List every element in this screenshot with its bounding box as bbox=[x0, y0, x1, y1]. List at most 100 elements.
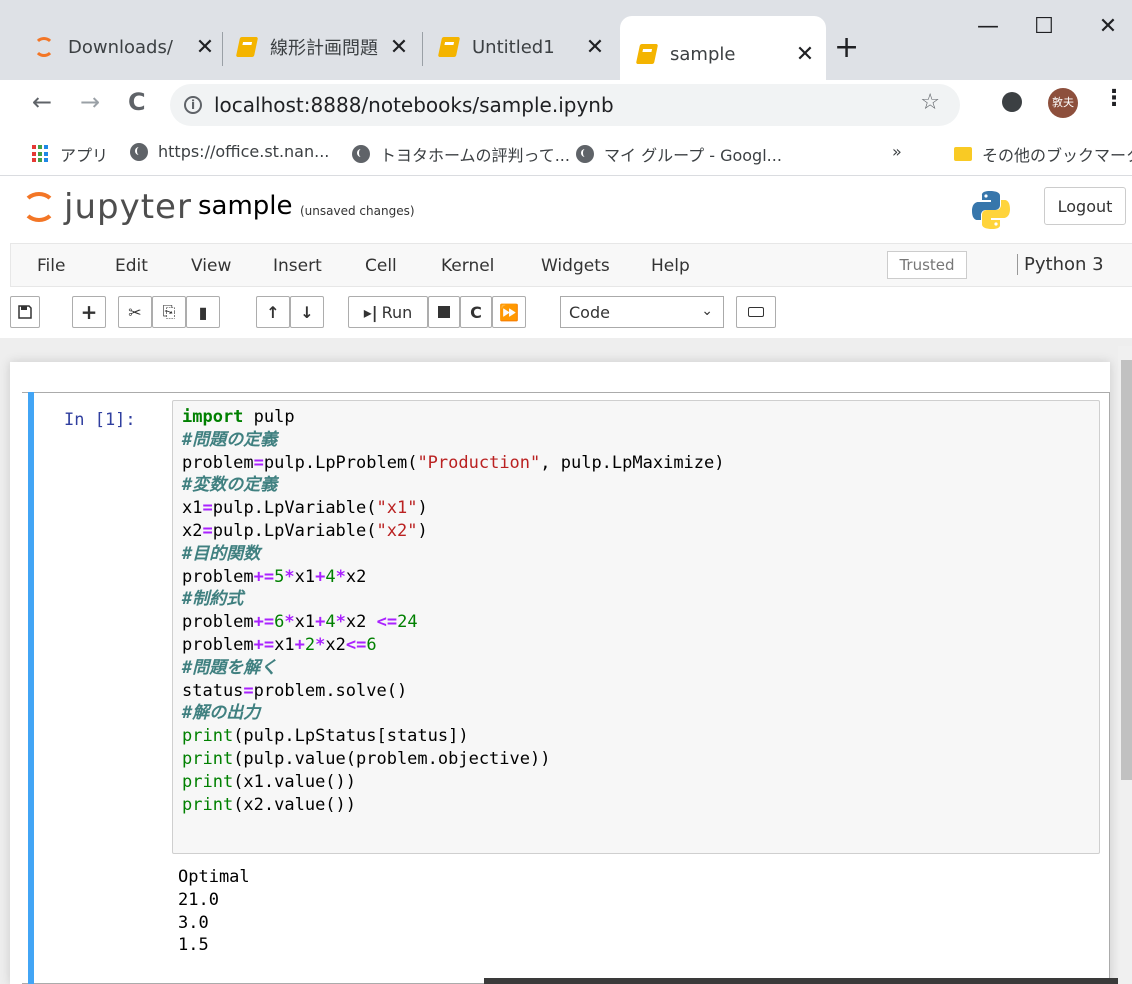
globe-icon bbox=[352, 145, 370, 163]
tab-downloads[interactable]: Downloads/ ✕ bbox=[34, 16, 220, 78]
output-line: 21.0 bbox=[178, 889, 219, 910]
menu-file[interactable]: File bbox=[37, 256, 65, 276]
bookmarks-bar: アプリ https://office.st.nan... トヨタホームの評判って… bbox=[0, 130, 1132, 176]
jupyter-logo[interactable]: jupyter bbox=[22, 187, 192, 227]
close-tab-icon[interactable]: ✕ bbox=[190, 35, 220, 60]
cell-type-select[interactable]: Code ⌄ bbox=[560, 296, 724, 328]
tab-divider bbox=[222, 32, 223, 66]
address-bar[interactable]: i localhost:8888/notebooks/sample.ipynb … bbox=[170, 84, 960, 126]
menu-edit[interactable]: Edit bbox=[115, 256, 148, 276]
copy-icon: ⎘ bbox=[162, 302, 176, 321]
save-icon bbox=[18, 305, 32, 319]
code-line: problem=pulp.LpProblem("Production", pul… bbox=[182, 452, 725, 473]
insert-cell-button[interactable]: + bbox=[72, 296, 106, 328]
code-line: x2=pulp.LpVariable("x2") bbox=[182, 520, 428, 541]
globe-icon bbox=[130, 142, 148, 161]
maximize-button[interactable]: ☐ bbox=[1024, 14, 1064, 39]
bookmarks-overflow-button[interactable]: » bbox=[892, 142, 902, 161]
move-up-button[interactable]: ↑ bbox=[256, 296, 290, 328]
logout-button[interactable]: Logout bbox=[1044, 187, 1126, 225]
menu-insert[interactable]: Insert bbox=[273, 256, 322, 276]
code-line: print(x2.value()) bbox=[182, 794, 357, 815]
forward-button[interactable]: → bbox=[80, 88, 100, 116]
fast-forward-icon: ⏩ bbox=[499, 302, 519, 322]
other-bookmarks-label: その他のブックマーク bbox=[982, 146, 1132, 165]
address-bar-row: ← → C i localhost:8888/notebooks/sample.… bbox=[0, 80, 1132, 130]
run-label: Run bbox=[381, 302, 413, 322]
copy-button[interactable]: ⎘ bbox=[152, 296, 186, 328]
trusted-indicator[interactable]: Trusted bbox=[887, 251, 967, 279]
code-line: x1=pulp.LpVariable("x1") bbox=[182, 498, 428, 519]
new-tab-button[interactable]: + bbox=[834, 30, 859, 65]
restart-icon: C bbox=[470, 302, 482, 322]
interrupt-button[interactable] bbox=[428, 296, 460, 328]
tab-lp-problem[interactable]: 線形計画問題 ✕ bbox=[235, 16, 414, 78]
reload-button[interactable]: C bbox=[128, 88, 146, 116]
tab-title: 線形計画問題 bbox=[270, 38, 378, 59]
paste-button[interactable]: ▮ bbox=[186, 296, 220, 328]
extension-icon[interactable] bbox=[1002, 92, 1022, 112]
site-info-icon[interactable]: i bbox=[184, 96, 202, 114]
menu-help[interactable]: Help bbox=[651, 256, 690, 276]
output-line: Optimal bbox=[178, 867, 250, 887]
menu-view[interactable]: View bbox=[191, 256, 231, 276]
tab-title: Downloads/ bbox=[68, 36, 173, 58]
tab-untitled1[interactable]: Untitled1 ✕ bbox=[437, 16, 610, 78]
bookmark-label: マイ グループ - Googl... bbox=[604, 146, 782, 165]
code-line: import pulp bbox=[182, 407, 295, 427]
bookmark-star-icon[interactable]: ☆ bbox=[920, 90, 940, 115]
stop-icon bbox=[438, 306, 450, 318]
tab-divider bbox=[422, 32, 423, 66]
taskbar-edge bbox=[484, 978, 1118, 984]
notebook-name[interactable]: sample bbox=[198, 191, 293, 221]
scrollbar-thumb[interactable] bbox=[1121, 360, 1132, 780]
cell-output: Optimal 21.0 3.0 1.5 bbox=[178, 866, 250, 957]
close-tab-icon[interactable]: ✕ bbox=[790, 42, 820, 67]
code-line: print(pulp.value(problem.objective)) bbox=[182, 748, 551, 769]
bookmark-toyota-home[interactable]: トヨタホームの評判って... bbox=[352, 142, 570, 166]
move-down-button[interactable]: ↓ bbox=[290, 296, 324, 328]
folder-icon bbox=[954, 147, 972, 161]
close-tab-icon[interactable]: ✕ bbox=[580, 35, 610, 60]
jupyter-orbit-icon bbox=[22, 192, 56, 222]
code-line: print(pulp.LpStatus[status]) bbox=[182, 726, 469, 747]
back-button[interactable]: ← bbox=[32, 88, 52, 116]
menu-kernel[interactable]: Kernel bbox=[441, 256, 494, 276]
bookmark-office[interactable]: https://office.st.nan... bbox=[130, 142, 329, 161]
close-tab-icon[interactable]: ✕ bbox=[384, 35, 414, 60]
save-button[interactable] bbox=[10, 296, 40, 328]
bookmark-apps[interactable]: アプリ bbox=[32, 142, 108, 166]
window-close-button[interactable]: ✕ bbox=[1088, 14, 1128, 39]
other-bookmarks-folder[interactable]: その他のブックマーク bbox=[954, 142, 1132, 166]
cell-type-value: Code bbox=[569, 302, 610, 322]
jupyter-header: jupyter sample (unsaved changes) Logout bbox=[0, 177, 1132, 241]
python-logo-icon bbox=[972, 191, 1010, 229]
cut-button[interactable]: ✂ bbox=[118, 296, 152, 328]
notebook-menubar: File Edit View Insert Cell Kernel Widget… bbox=[10, 243, 1132, 287]
browser-menu-icon[interactable]: ⋮ bbox=[1103, 86, 1125, 111]
cell-selection-bar bbox=[28, 392, 34, 984]
output-line: 3.0 bbox=[178, 912, 209, 933]
menu-widgets[interactable]: Widgets bbox=[541, 256, 610, 276]
code-text[interactable]: import pulp #問題の定義 problem=pulp.LpProble… bbox=[182, 406, 725, 816]
profile-avatar[interactable]: 敦夫 bbox=[1048, 88, 1078, 118]
run-button[interactable]: ▸| Run bbox=[348, 296, 428, 328]
code-line: #制約式 bbox=[182, 589, 244, 610]
minimize-button[interactable]: — bbox=[968, 14, 1008, 39]
code-line: #解の出力 bbox=[182, 703, 261, 724]
kernel-name[interactable]: Python 3 bbox=[1017, 254, 1104, 275]
restart-button[interactable]: C bbox=[460, 296, 492, 328]
code-line: problem+=5*x1+4*x2 bbox=[182, 566, 367, 587]
command-palette-button[interactable] bbox=[736, 296, 776, 328]
arrow-up-icon: ↑ bbox=[266, 302, 280, 322]
restart-run-all-button[interactable]: ⏩ bbox=[492, 296, 526, 328]
save-status: (unsaved changes) bbox=[300, 204, 415, 218]
menu-cell[interactable]: Cell bbox=[365, 256, 397, 276]
input-prompt: In [1]: bbox=[64, 410, 136, 430]
scissors-icon: ✂ bbox=[128, 302, 142, 322]
arrow-down-icon: ↓ bbox=[300, 302, 314, 322]
chevron-down-icon: ⌄ bbox=[701, 303, 713, 319]
jupyter-folder-icon bbox=[34, 37, 54, 57]
code-line: problem+=6*x1+4*x2 <=24 bbox=[182, 612, 418, 633]
bookmark-my-group[interactable]: マイ グループ - Googl... bbox=[576, 142, 782, 166]
